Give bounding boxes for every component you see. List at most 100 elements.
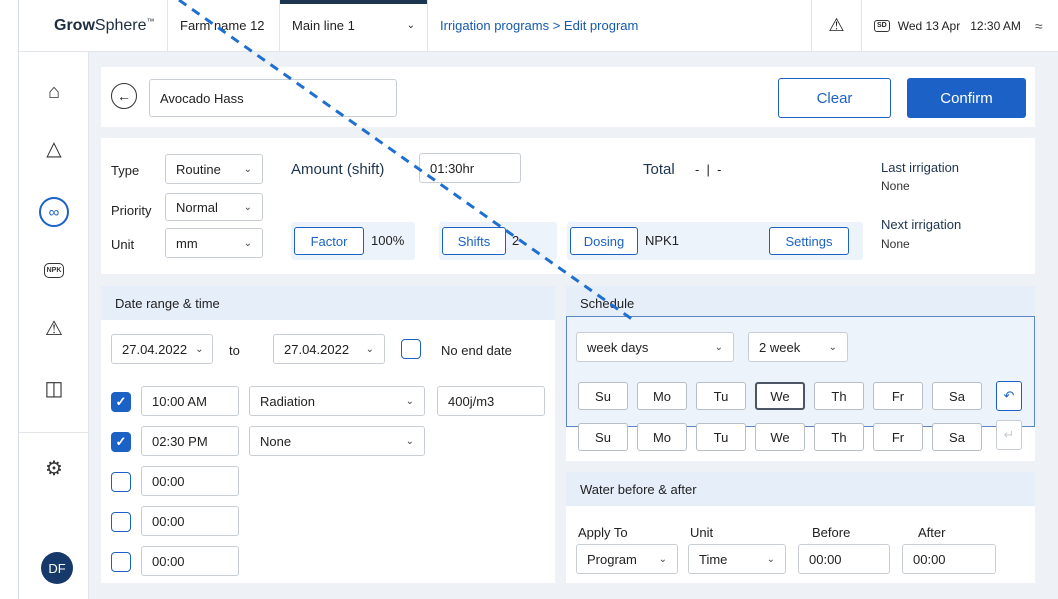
- dosing-button[interactable]: Dosing: [570, 227, 638, 255]
- sites-icon[interactable]: △: [19, 128, 89, 168]
- schedule-mode-select[interactable]: week days ⌄: [576, 332, 734, 362]
- alerts-icon[interactable]: ⚠: [19, 308, 89, 348]
- schedule-period-select[interactable]: 2 week ⌄: [748, 332, 848, 362]
- day-button-th[interactable]: Th: [814, 382, 864, 410]
- sd-card-icon: SD: [874, 19, 890, 32]
- time-row-1-checkbox[interactable]: ✓: [111, 392, 131, 412]
- chevron-down-icon: ⌄: [243, 201, 252, 213]
- status-area: SD Wed 13 Apr 12:30 AM ≈: [861, 0, 1058, 52]
- time-row-4-checkbox[interactable]: [111, 512, 131, 532]
- day-button-fr[interactable]: Fr: [873, 423, 923, 451]
- day-button-sa[interactable]: Sa: [932, 423, 982, 451]
- amount-label: Amount (shift): [291, 161, 385, 178]
- home-icon[interactable]: ⌂: [19, 72, 89, 112]
- dosing-panel: Dosing NPK1 Settings: [567, 222, 863, 260]
- end-date-select[interactable]: 27.04.2022 ⌄: [273, 334, 385, 364]
- no-end-date-label: No end date: [441, 343, 512, 358]
- time-row-5-input[interactable]: 00:00: [141, 546, 239, 576]
- day-button-tu[interactable]: Tu: [696, 382, 746, 410]
- last-irrigation-label: Last irrigation: [881, 160, 960, 175]
- to-label: to: [229, 343, 240, 358]
- day-button-fr[interactable]: Fr: [873, 382, 923, 410]
- day-button-mo[interactable]: Mo: [637, 382, 687, 410]
- day-button-su[interactable]: Su: [578, 382, 628, 410]
- time-row-2-checkbox[interactable]: ✓: [111, 432, 131, 452]
- time-row-3-value: 00:00: [152, 473, 185, 489]
- day-button-tu[interactable]: Tu: [696, 423, 746, 451]
- factor-button[interactable]: Factor: [294, 227, 364, 255]
- npk-label: NPK: [43, 262, 65, 278]
- day-button-su[interactable]: Su: [578, 423, 628, 451]
- apply-to-select[interactable]: Program ⌄: [576, 544, 678, 574]
- return-icon[interactable]: ↵: [996, 420, 1022, 450]
- layout-icon[interactable]: ◫: [19, 368, 89, 408]
- settings-icon[interactable]: ⚙: [19, 448, 89, 488]
- last-irrigation-value: None: [881, 179, 910, 193]
- after-input[interactable]: 00:00: [902, 544, 996, 574]
- time-row-5-checkbox[interactable]: [111, 552, 131, 572]
- water-unit-select[interactable]: Time ⌄: [688, 544, 786, 574]
- time-row-1-threshold-input[interactable]: 400j/m3: [437, 386, 545, 416]
- npk-icon[interactable]: NPK: [19, 250, 89, 290]
- priority-select[interactable]: Normal ⌄: [165, 193, 263, 221]
- time-row-4-value: 00:00: [152, 513, 185, 529]
- clear-button[interactable]: Clear: [778, 78, 891, 118]
- date-range-title: Date range & time: [101, 286, 555, 320]
- amount-input[interactable]: 01:30hr: [419, 153, 521, 183]
- breadcrumb[interactable]: Irrigation programs > Edit program: [427, 0, 811, 52]
- shifts-button[interactable]: Shifts: [442, 227, 506, 255]
- schedule-mode-value: week days: [587, 339, 649, 355]
- time-row-4-input[interactable]: 00:00: [141, 506, 239, 536]
- program-name-input[interactable]: Avocado Hass: [149, 79, 397, 117]
- priority-label: Priority: [111, 203, 152, 218]
- time-row-1-value: 10:00 AM: [152, 393, 207, 409]
- amount-value: 01:30hr: [430, 160, 475, 176]
- apply-to-label: Apply To: [578, 525, 628, 540]
- type-label: Type: [111, 163, 140, 178]
- time-row-2-input[interactable]: 02:30 PM: [141, 426, 239, 456]
- time-row-2-condition-select[interactable]: None ⌄: [249, 426, 425, 456]
- schedule-card: Schedule week days ⌄ 2 week ⌄ Su Mo Tu We Th Fr…: [566, 286, 1035, 461]
- next-irrigation-value: None: [881, 237, 910, 251]
- back-icon[interactable]: ←: [111, 83, 137, 109]
- top-bar: GrowSphere™ Farm name 12 Main line 1 ⌄ Ir…: [19, 0, 1058, 52]
- warning-icon[interactable]: ⚠: [811, 0, 861, 52]
- shifts-panel: Shifts 2: [439, 222, 557, 260]
- next-irrigation-label: Next irrigation: [881, 217, 962, 232]
- no-end-date-checkbox[interactable]: [401, 339, 421, 359]
- app-window: GrowSphere™ Farm name 12 Main line 1 ⌄ Ir…: [18, 0, 1058, 599]
- line-selector[interactable]: Main line 1 ⌄: [279, 0, 427, 52]
- chevron-down-icon: ⌄: [658, 553, 667, 565]
- total-label: Total: [643, 161, 675, 178]
- confirm-button[interactable]: Confirm: [907, 78, 1026, 118]
- avatar[interactable]: DF: [41, 552, 73, 584]
- sidebar: ⌂ △ ∞ NPK ⚠ ◫ ⚙ DF: [19, 52, 89, 599]
- chevron-down-icon: ⌄: [405, 435, 414, 447]
- start-date-select[interactable]: 27.04.2022 ⌄: [111, 334, 213, 364]
- after-value: 00:00: [913, 551, 946, 567]
- day-button-mo[interactable]: Mo: [637, 423, 687, 451]
- unit-select[interactable]: mm ⌄: [165, 228, 263, 258]
- day-button-sa[interactable]: Sa: [932, 382, 982, 410]
- time-row-1-input[interactable]: 10:00 AM: [141, 386, 239, 416]
- time-row-3-input[interactable]: 00:00: [141, 466, 239, 496]
- day-button-we[interactable]: We: [755, 382, 805, 410]
- time-row-2-value: 02:30 PM: [152, 433, 208, 449]
- day-button-th[interactable]: Th: [814, 423, 864, 451]
- before-input[interactable]: 00:00: [798, 544, 890, 574]
- undo-icon[interactable]: ↶: [996, 381, 1022, 411]
- type-select[interactable]: Routine ⌄: [165, 154, 263, 184]
- irrigation-icon[interactable]: ∞: [19, 192, 89, 232]
- type-value: Routine: [176, 161, 221, 177]
- day-button-we[interactable]: We: [755, 423, 805, 451]
- chevron-down-icon: ⌄: [828, 341, 837, 353]
- time-row-1-condition-select[interactable]: Radiation ⌄: [249, 386, 425, 416]
- date-range-card: Date range & time 27.04.2022 ⌄ to 27.04.2…: [101, 286, 555, 583]
- chevron-down-icon: ⌄: [714, 341, 723, 353]
- program-header-card: ← Avocado Hass Clear Confirm: [101, 67, 1035, 127]
- program-name-value: Avocado Hass: [160, 90, 244, 106]
- settings-button[interactable]: Settings: [769, 227, 849, 255]
- total-value: - | -: [695, 162, 722, 177]
- farm-selector[interactable]: Farm name 12: [167, 0, 279, 52]
- time-row-3-checkbox[interactable]: [111, 472, 131, 492]
